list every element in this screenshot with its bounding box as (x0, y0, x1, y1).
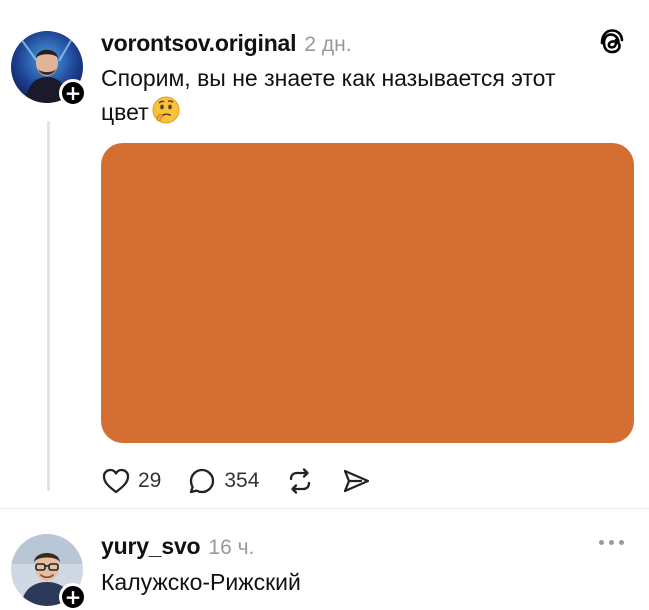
thread-line (47, 121, 50, 491)
post-time: 2 дн. (304, 33, 352, 56)
repost-button[interactable] (285, 466, 315, 496)
like-button[interactable]: 29 (101, 467, 161, 495)
reply-header: yury_svo 16 ч. (101, 533, 254, 560)
thinking-face-icon (151, 95, 181, 134)
post-image-color-swatch[interactable] (101, 143, 634, 443)
post-text-line2-row: цвет (101, 95, 621, 134)
post-username[interactable]: vorontsov.original (101, 30, 297, 57)
post-text-line2: цвет (101, 99, 149, 125)
reply-time: 16 ч. (208, 536, 255, 559)
comment-bubble-icon (187, 466, 217, 496)
repost-icon (285, 466, 315, 496)
share-button[interactable] (341, 466, 371, 496)
post-divider (0, 508, 649, 509)
reply-text: Калужско-Рижский (101, 569, 301, 595)
like-count: 29 (138, 469, 162, 492)
post-actions: 29 354 (101, 466, 397, 496)
threads-logo-icon[interactable] (598, 28, 626, 63)
send-icon (341, 466, 371, 496)
post-header: vorontsov.original 2 дн. (101, 30, 352, 57)
more-options-icon[interactable] (599, 540, 624, 545)
reply-username[interactable]: yury_svo (101, 533, 201, 560)
follow-author-button[interactable]: + (59, 79, 87, 107)
threads-feed: + vorontsov.original 2 дн. Спорим, вы не… (0, 0, 649, 610)
comment-button[interactable]: 354 (187, 466, 259, 496)
post-text: Спорим, вы не знаете как называется этот… (101, 62, 621, 134)
heart-icon (101, 467, 131, 495)
comment-count: 354 (224, 469, 260, 492)
follow-reply-author-button[interactable]: + (59, 583, 87, 610)
post-text-line1: Спорим, вы не знаете как называется этот (101, 65, 556, 91)
